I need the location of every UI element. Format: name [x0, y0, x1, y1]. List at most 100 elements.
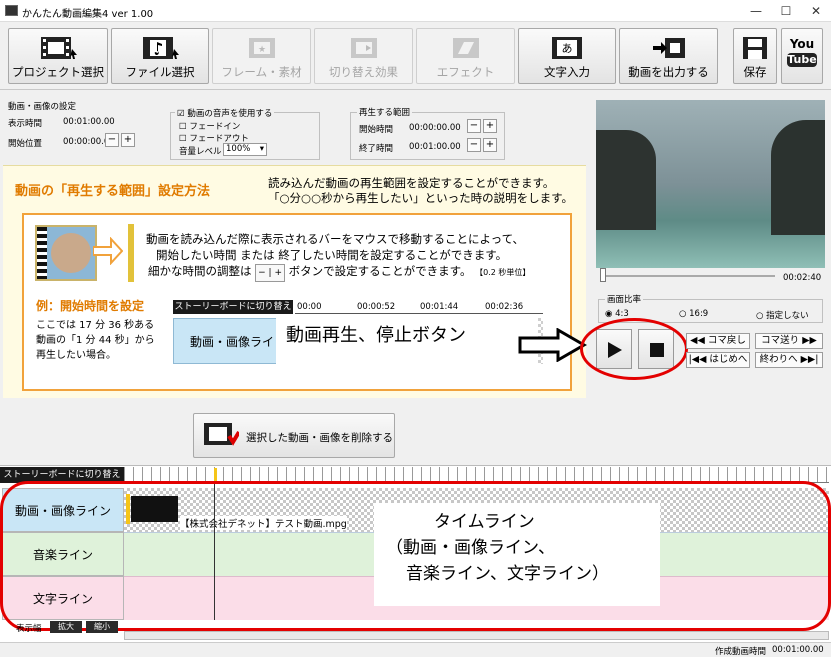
save-button[interactable]: 保存	[733, 28, 777, 84]
play-stop-annotation: 動画再生、停止ボタン	[276, 318, 538, 380]
volume-select[interactable]: 100% ▾	[223, 143, 267, 156]
preview-time: 00:02:40	[783, 273, 822, 283]
transition-effect-button[interactable]: 切り替え効果	[314, 28, 413, 84]
rewind-icon: ◀◀	[690, 335, 705, 346]
guide-title: 動画の「再生する範囲」設定方法	[15, 184, 211, 199]
delete-selected-button[interactable]: 選択した動画・画像を削除する	[193, 413, 395, 458]
example-text: ここでは 17 分 36 秒ある 動画の「1 分 44 秒」から 再生したい場合…	[36, 318, 155, 363]
text-icon: あ	[552, 37, 582, 59]
file-select-button[interactable]: ファイル選択	[111, 28, 209, 84]
example-line2: 動画の「1 分 44 秒」から	[36, 335, 155, 346]
skip-start-icon: |◀◀	[688, 354, 707, 365]
range-end-value: 00:01:00.00	[409, 142, 461, 152]
start-pos-minus-button[interactable]: −	[105, 133, 119, 147]
baby-image	[51, 233, 91, 273]
svg-text:★: ★	[257, 45, 265, 55]
close-button[interactable]: ✕	[801, 0, 831, 22]
mini-tick-0: 00:00	[297, 302, 322, 312]
guide-body-line1: 動画を読み込んだ際に表示されるバーをマウスで移動することによって、	[146, 232, 525, 246]
seek-handle[interactable]	[600, 268, 606, 282]
guide-intro: 読み込んだ動画の再生範囲を設定することができます。 「○分○○秒から再生したい」…	[268, 176, 573, 206]
export-video-button[interactable]: 動画を出力する	[619, 28, 718, 84]
arrow-right-icon	[93, 237, 123, 265]
project-select-button[interactable]: プロジェクト選択	[8, 28, 108, 84]
range-start-value: 00:00:00.00	[409, 123, 461, 133]
example-title: 例：開始時間を設定	[36, 299, 145, 313]
guide-intro-line2: 「○分○○秒から再生したい」といった時の説明をします。	[268, 191, 573, 205]
mini-tick-3: 00:02:36	[485, 302, 524, 312]
mini-tick-2: 00:01:44	[420, 302, 459, 312]
text-input-button[interactable]: あ 文字入力	[518, 28, 616, 84]
range-title: 再生する範囲	[357, 106, 413, 118]
guide-intro-line1: 読み込んだ動画の再生範囲を設定することができます。	[268, 176, 555, 190]
range-start-plus-button[interactable]: +	[483, 119, 497, 133]
to-end-button[interactable]: 終わりへ ▶▶|	[755, 352, 823, 368]
film-icon	[41, 37, 77, 59]
next-frame-label: コマ送り	[761, 335, 800, 346]
timeline-highlight	[0, 481, 831, 631]
export-video-label: 動画を出力する	[628, 65, 709, 79]
start-pos-plus-button[interactable]: +	[121, 133, 135, 147]
mini-video-line: 動画・画像ライ	[173, 318, 291, 364]
cliff-left	[596, 130, 656, 230]
fade-in-label: フェードイン	[189, 122, 241, 132]
prev-frame-button[interactable]: ◀◀ コマ戻し	[686, 333, 750, 349]
toolbar: プロジェクト選択 ファイル選択 ★ フレーム・素材 切り替え効果 エフェクト あ…	[0, 22, 831, 90]
seek-bar[interactable]	[600, 275, 775, 277]
youtube-logo-bottom: Tube	[787, 53, 817, 67]
timeline-scrollbar[interactable]	[124, 631, 829, 640]
mini-ruler: 00:00 00:00:52 00:01:44 00:02:36	[295, 300, 543, 314]
next-frame-button[interactable]: コマ送り ▶▶	[755, 333, 823, 349]
dropdown-arrow-icon: ▾	[259, 144, 264, 154]
range-end-minus-button[interactable]: −	[467, 138, 481, 152]
aspect-ratio-label: 画面比率	[605, 293, 644, 305]
annotation-arrow-icon	[518, 328, 588, 362]
example-line3: 再生したい場合。	[36, 350, 116, 361]
zoom-label: 表示幅	[16, 624, 42, 634]
mini-tick-1: 00:00:52	[357, 302, 396, 312]
youtube-button[interactable]: You Tube	[781, 28, 823, 84]
duration-label: 作成動画時間	[715, 647, 767, 657]
save-icon	[743, 37, 767, 59]
frame-material-label: フレーム・素材	[221, 65, 302, 79]
maximize-button[interactable]: ☐	[771, 0, 801, 22]
text-input-label: 文字入力	[544, 65, 590, 79]
guide-body-line3c: 【0.2 秒単位】	[475, 268, 531, 277]
to-end-label: 終わりへ	[759, 354, 798, 365]
ratio-none-radio[interactable]: ○ 指定しない	[756, 309, 809, 321]
video-preview	[596, 100, 825, 268]
app-icon	[5, 5, 18, 16]
effect-button[interactable]: エフェクト	[416, 28, 515, 84]
effect-icon	[452, 38, 479, 58]
forward-icon: ▶▶	[802, 335, 817, 346]
to-start-button[interactable]: |◀◀ はじめへ	[686, 352, 750, 368]
frame-material-button[interactable]: ★ フレーム・素材	[212, 28, 311, 84]
ratio-none-label: 指定しない	[766, 311, 809, 321]
range-end-plus-button[interactable]: +	[483, 138, 497, 152]
music-film-icon	[143, 37, 179, 59]
fade-in-checkbox[interactable]: ☐ フェードイン	[179, 120, 240, 132]
project-select-label: プロジェクト選択	[12, 65, 104, 79]
ratio-16-9-label: 16:9	[689, 309, 709, 319]
start-pos-label: 開始位置	[8, 139, 43, 149]
guide-body-line2: 開始したい時間 または 終了したい時間を設定することができます。	[156, 248, 508, 262]
range-start-minus-button[interactable]: −	[467, 119, 481, 133]
guide-body-line3b: ボタンで設定することができます。	[288, 264, 472, 278]
zoom-in-button[interactable]: 拡大	[50, 621, 82, 633]
to-start-label: はじめへ	[709, 354, 748, 365]
video-thumbnail	[35, 225, 97, 281]
ratio-16-9-radio[interactable]: ○ 16:9	[679, 309, 708, 319]
mini-storyboard-switch: ストーリーボードに切り替え	[173, 300, 293, 314]
volume-label: 音量レベル	[179, 147, 222, 157]
zoom-out-button[interactable]: 縮小	[86, 621, 118, 633]
transition-effect-label: 切り替え効果	[329, 65, 398, 79]
use-audio-checkbox[interactable]: ☑ 動画の音声を使用する	[175, 107, 275, 119]
prev-frame-label: コマ戻し	[707, 335, 746, 346]
minimize-button[interactable]: —	[741, 0, 771, 22]
film-strip-icon	[37, 227, 47, 279]
example-line1: ここでは 17 分 36 秒ある	[36, 320, 155, 331]
guide-body-line3a: 細かな時間の調整は	[148, 264, 252, 278]
effect-label: エフェクト	[436, 65, 495, 79]
minus-plus-illustration: − | +	[255, 264, 285, 282]
save-label: 保存	[743, 65, 767, 79]
